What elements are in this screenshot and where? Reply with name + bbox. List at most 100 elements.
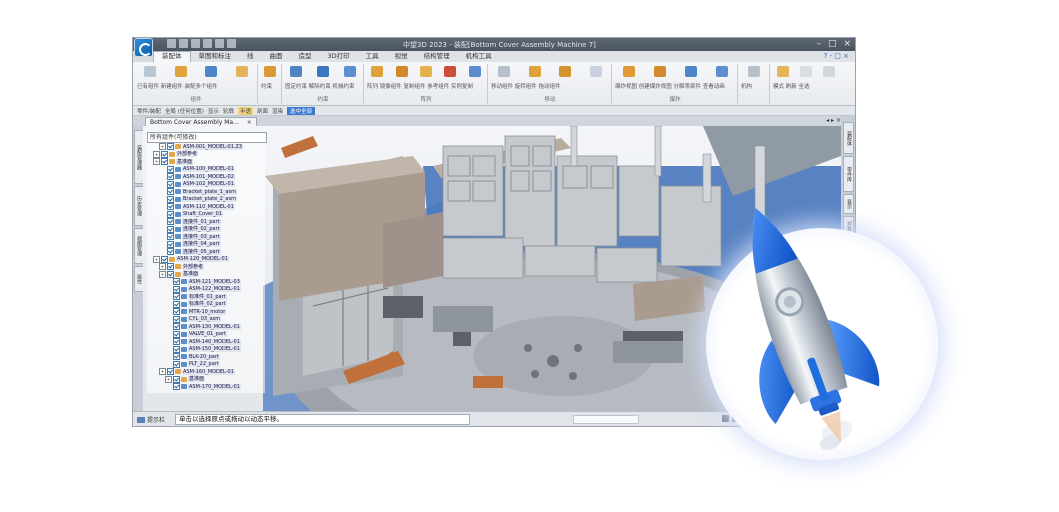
tree-expand-icon[interactable]: + [159, 143, 166, 150]
tab-wire[interactable]: 线 [239, 51, 262, 62]
tree-expand-icon[interactable]: + [159, 368, 166, 375]
save-icon[interactable] [191, 39, 200, 48]
fixed-constraint-icon[interactable] [290, 66, 303, 77]
tree-row[interactable]: + 外部参考 [159, 263, 205, 270]
tree-row[interactable]: + ASM-160_MODEL-01 [159, 368, 235, 375]
tree-checkbox[interactable] [167, 173, 174, 180]
tree-row[interactable]: ASM-170_MODEL-01 [165, 383, 241, 390]
drag-component-icon[interactable] [559, 66, 572, 77]
tree-checkbox[interactable] [167, 233, 174, 240]
tree-checkbox[interactable] [167, 218, 174, 225]
tree-filter-header[interactable]: 所有组件(可修改) [147, 132, 267, 143]
mechanism-icon[interactable] [748, 66, 760, 77]
tree-row[interactable]: ASM-100_MODEL-01 [159, 165, 235, 173]
tree-row[interactable]: Bracket_plate_1_asm [159, 188, 237, 195]
tree-row[interactable]: ASM-110_MODEL-01 [159, 203, 235, 210]
open-file-icon[interactable] [179, 39, 188, 48]
new-file-icon[interactable] [167, 39, 176, 48]
instance-copy-icon[interactable] [468, 66, 481, 77]
tree-checkbox[interactable] [167, 165, 174, 173]
tab-structure[interactable]: 结构管理 [416, 51, 458, 62]
tree-row[interactable]: CYL_03_asm [165, 315, 222, 323]
tree-checkbox[interactable] [173, 323, 180, 330]
tab-tools[interactable]: 工具 [358, 51, 387, 62]
tree-row[interactable]: VALVE_01_part [165, 330, 227, 338]
tree-checkbox[interactable] [173, 278, 180, 285]
tree-row[interactable]: ASM-102_MODEL-01 [159, 180, 235, 188]
tree-expand-icon[interactable]: + [153, 255, 160, 263]
tree-checkbox[interactable] [173, 338, 180, 345]
minimize-button[interactable]: – [816, 39, 821, 49]
tree-row[interactable]: 标准件_01_part [165, 293, 227, 300]
tree-row[interactable]: + ASM-120_MODEL-01 [153, 255, 229, 263]
create-explode-icon[interactable] [653, 66, 666, 77]
tree-checkbox[interactable] [167, 225, 174, 233]
tree-checkbox[interactable] [173, 360, 180, 368]
tree-checkbox[interactable] [167, 270, 174, 278]
tree-checkbox[interactable] [173, 375, 180, 383]
help-controls[interactable]: ? - □ × [824, 52, 849, 60]
pan-icon[interactable] [722, 415, 729, 422]
rotate-component-icon[interactable] [528, 66, 541, 77]
undo-icon[interactable] [203, 39, 212, 48]
mechanical-constraint-icon[interactable] [343, 66, 356, 77]
tree-row[interactable]: ASM-121_MODEL-03 [165, 278, 241, 285]
tree-checkbox[interactable] [167, 195, 174, 203]
tree-checkbox[interactable] [161, 150, 168, 158]
tree-expand-icon[interactable]: + [159, 270, 166, 278]
toolbar-section[interactable]: 剖面 [257, 107, 268, 115]
animation-icon[interactable] [715, 66, 728, 77]
tree-expand-icon[interactable]: + [159, 263, 166, 270]
tree-checkbox[interactable] [167, 263, 174, 270]
tree-expand-icon[interactable]: + [165, 375, 172, 383]
tree-expand-icon[interactable]: + [153, 158, 160, 165]
rtab-library[interactable]: 零件库 [843, 156, 854, 192]
tree-row[interactable]: ASM-140_MODEL-01 [165, 338, 241, 345]
pattern-icon[interactable] [371, 66, 384, 77]
reference-component-icon[interactable] [444, 66, 457, 77]
tab-mechanism[interactable]: 机构工具 [458, 51, 500, 62]
mirror-icon[interactable] [395, 66, 408, 77]
tree-checkbox[interactable] [167, 188, 174, 195]
tree-row[interactable]: + 基准面 [165, 375, 206, 383]
close-button[interactable]: × [843, 39, 851, 49]
tree-checkbox[interactable] [167, 143, 174, 150]
tree-checkbox[interactable] [167, 240, 174, 248]
toolbar-display[interactable]: 显示 [208, 107, 219, 115]
toolbar-render[interactable]: 渲染 [272, 107, 283, 115]
tree-checkbox[interactable] [173, 383, 180, 390]
tab-3d-print[interactable]: 3D打印 [320, 51, 358, 62]
filter-part-assembly[interactable]: 零件/装配 [137, 107, 161, 115]
tree-checkbox[interactable] [173, 345, 180, 353]
tree-expand-icon[interactable]: + [153, 150, 160, 158]
tree-checkbox[interactable] [167, 248, 174, 255]
tree-row[interactable]: BLK-20_part [165, 353, 220, 360]
rtab-assembly[interactable]: 装配体 [843, 122, 854, 154]
app-logo-icon[interactable] [135, 39, 152, 56]
tree-checkbox[interactable] [167, 203, 174, 210]
decompose-icon[interactable] [684, 66, 697, 77]
existing-component-icon[interactable] [144, 66, 157, 77]
tree-row[interactable]: + ASM-001_MODEL-01.Z3 [159, 143, 244, 150]
status-input-box[interactable] [573, 415, 639, 424]
explode-view-icon[interactable] [622, 66, 635, 77]
tree-checkbox[interactable] [173, 293, 180, 300]
tree-row[interactable]: + 外部参考 [153, 150, 199, 158]
tree-row[interactable]: 连接件_04_part [159, 240, 221, 248]
tree-checkbox[interactable] [167, 180, 174, 188]
select-all-icon[interactable] [823, 66, 836, 77]
tree-row[interactable]: 连接件_05_part [159, 248, 221, 255]
new-component-icon[interactable] [205, 66, 218, 77]
tree-row[interactable]: ASM-122_MODEL-01 [165, 285, 241, 293]
tree-checkbox[interactable] [161, 255, 168, 263]
constraint-icon[interactable] [264, 66, 276, 77]
rtab-display[interactable]: 显示 [843, 194, 854, 214]
release-constraint-icon[interactable] [316, 66, 329, 77]
copy-component-icon[interactable] [419, 66, 432, 77]
tree-row[interactable]: + 基准面 [159, 270, 200, 278]
tab-surface[interactable]: 曲面 [262, 51, 291, 62]
tree-row[interactable]: MTR-10_motor [165, 308, 227, 315]
insert-component-icon[interactable] [174, 66, 187, 77]
tree-checkbox[interactable] [173, 285, 180, 293]
tree-checkbox[interactable] [173, 353, 180, 360]
